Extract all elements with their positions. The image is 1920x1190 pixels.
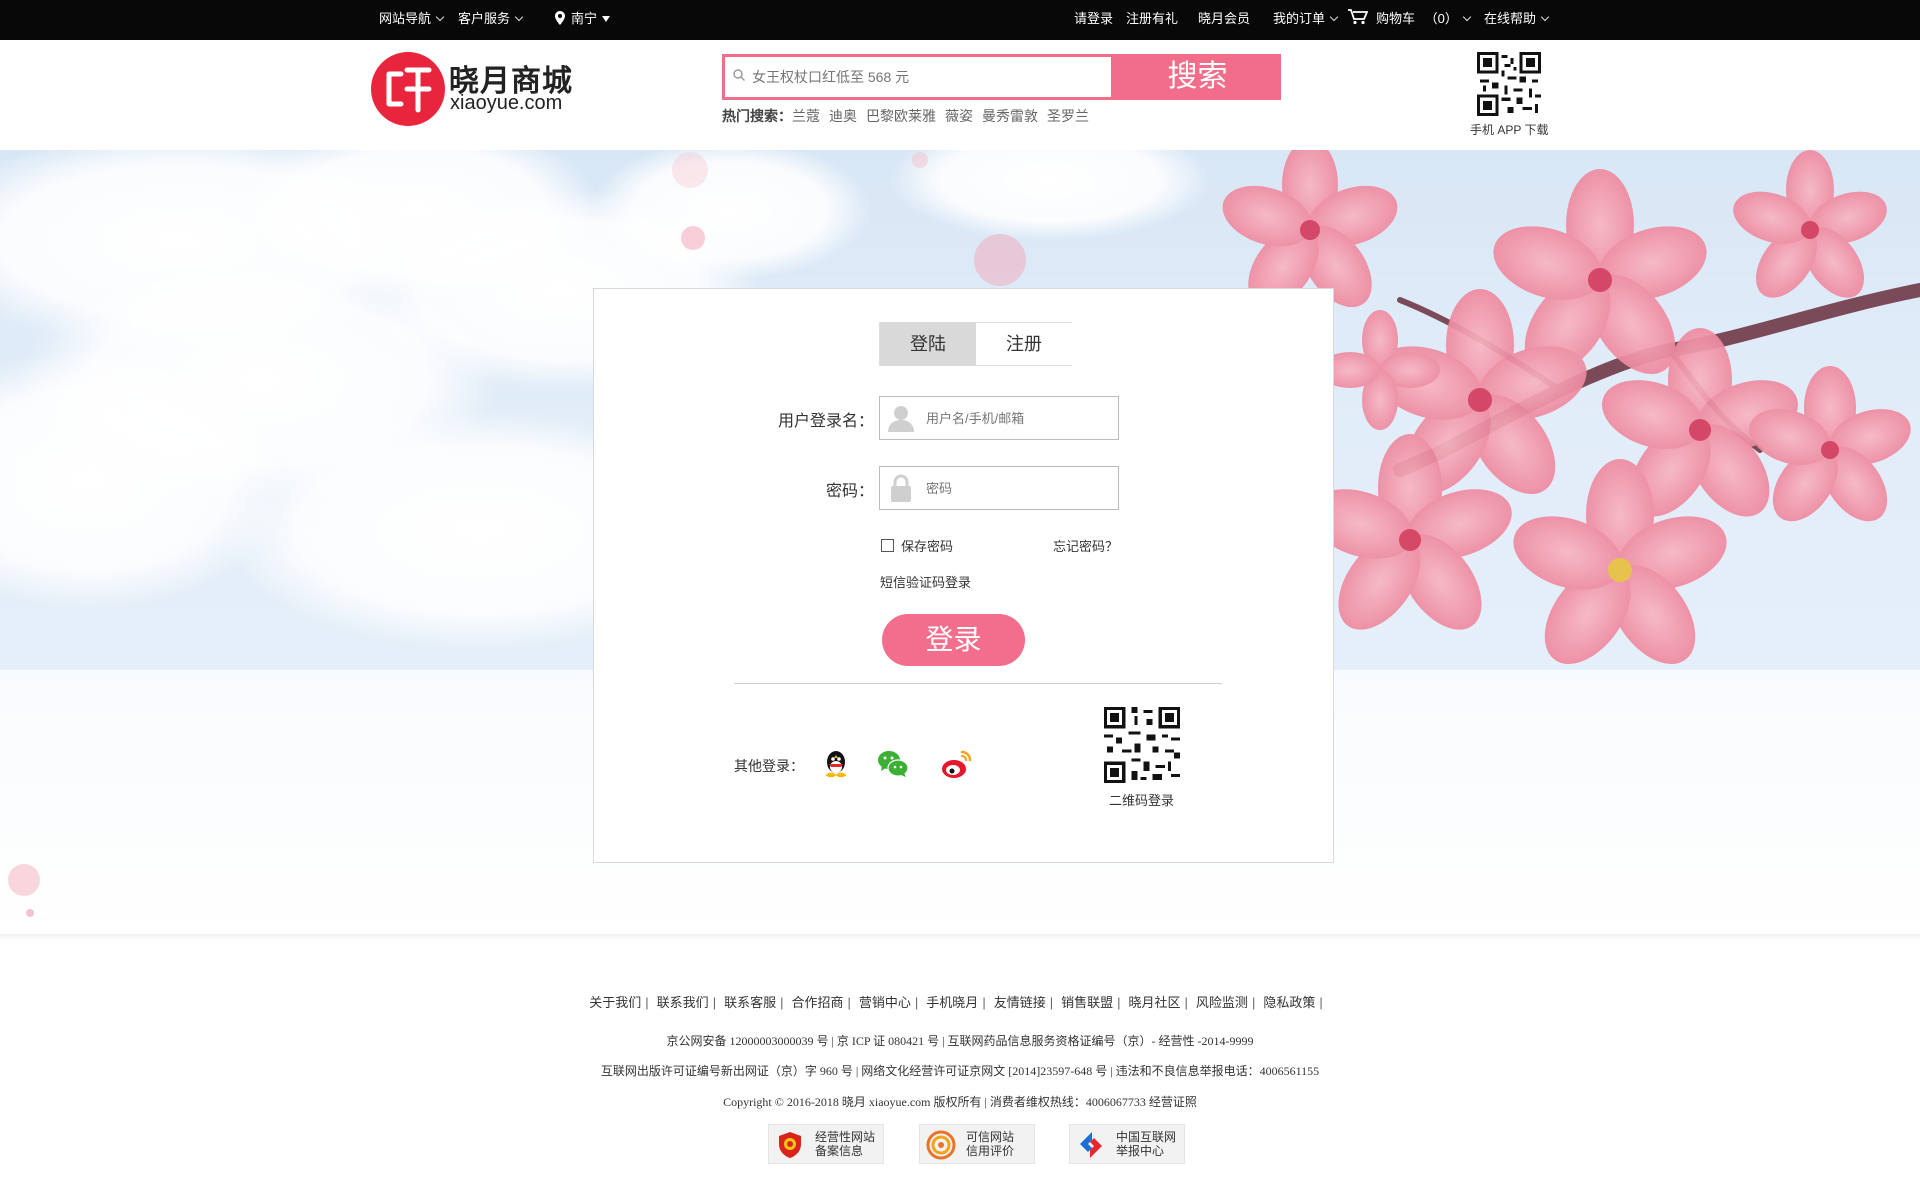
footer-link[interactable]: 合作招商: [791, 995, 843, 1010]
username-label: 用户登录名：: [777, 413, 874, 430]
logo-domain: xiaoyue.com: [450, 92, 563, 114]
search-box: [722, 54, 1114, 100]
orders-label: 我的订单: [1273, 11, 1326, 26]
register-link[interactable]: 注册有礼: [1126, 0, 1178, 40]
footer-copyright-line: Copyright © 2016-2018 晓月 xiaoyue.com 版权所…: [723, 1095, 1197, 1109]
badge-line: 举报中心: [1116, 1144, 1165, 1158]
footer-link[interactable]: 友情链接: [994, 995, 1046, 1010]
password-input[interactable]: [926, 475, 1111, 501]
footer-link[interactable]: 风险监测: [1196, 995, 1248, 1010]
cart-icon: [1348, 9, 1369, 25]
cart-count: （0）: [1424, 11, 1458, 26]
member-link[interactable]: 晓月会员: [1198, 0, 1250, 40]
city-label: 南宁: [571, 11, 598, 26]
badge-line: 备案信息: [815, 1144, 864, 1158]
search-icon: [733, 69, 745, 81]
badge-text: 经营性网站 备案信息: [815, 1130, 875, 1158]
user-icon: [888, 406, 914, 432]
password-label: 密码：: [825, 483, 874, 500]
top-bar: 网站导航 客户服务 南宁 请登录 注册有礼 晓月会员 我的订单 购物车 （0） …: [0, 0, 1920, 40]
footer-links: 关于我们 | 联系我们 | 联系客服 | 合作招商 | 营销中心 | 手机晓月 | 友情链接 | 销售联盟 |…: [589, 995, 1323, 1010]
cart-label: 购物车: [1376, 11, 1416, 26]
hot-keyword[interactable]: 圣罗兰: [1047, 108, 1089, 124]
qq-icon[interactable]: [819, 747, 853, 781]
hero-banner: 登陆 注册 用户登录名： 密码： 保存密码 忘记密码？ 短信验证码登录 登录 其…: [0, 150, 1920, 940]
footer-license-line-2: 互联网出版许可证编号新出网证（京）字 960 号 | 网络文化经营许可证京网文 …: [600, 1064, 1320, 1078]
wechat-icon[interactable]: [876, 747, 910, 781]
shield-icon: [779, 1132, 801, 1158]
footer-link[interactable]: 销售联盟: [1061, 995, 1113, 1010]
location-pin-icon: [555, 11, 565, 25]
forgot-password-link[interactable]: 忘记密码？: [1053, 536, 1118, 555]
logo-glyph-icon: [386, 67, 432, 113]
help-menu[interactable]: 在线帮助: [1484, 0, 1550, 40]
chevron-down-icon: [435, 12, 445, 22]
footer-link[interactable]: 关于我们: [589, 995, 641, 1010]
search-input[interactable]: [752, 62, 1102, 92]
remember-checkbox[interactable]: [881, 539, 894, 552]
hot-keyword[interactable]: 曼秀雷敦: [982, 108, 1038, 124]
chevron-down-icon: [1540, 12, 1550, 22]
hot-keyword[interactable]: 迪奥: [829, 108, 857, 124]
login-qr-code-icon[interactable]: [1104, 707, 1180, 783]
footer-divider: [0, 934, 1920, 942]
report-center-icon: [1080, 1132, 1102, 1158]
footer-license-line-1: 京公网安备 12000003000039 号 | 京 ICP 证 080421 …: [666, 1034, 1254, 1048]
chevron-down-icon: [1329, 12, 1339, 22]
tab-register[interactable]: 注册: [976, 323, 1072, 365]
chevron-down-icon: [514, 12, 524, 22]
city-selector[interactable]: 南宁: [555, 0, 611, 40]
hot-search: 热门搜索：兰蔻 迪奥 巴黎欧莱雅 薇姿 曼秀雷敦 圣罗兰: [722, 106, 1098, 126]
badge-line: 中国互联网: [1116, 1130, 1177, 1144]
orders-menu[interactable]: 我的订单: [1273, 0, 1339, 40]
customer-service-menu[interactable]: 客户服务: [458, 0, 524, 40]
footer-link[interactable]: 联系客服: [724, 995, 776, 1010]
password-field-box: [879, 466, 1119, 510]
footer-link[interactable]: 手机晓月: [926, 995, 978, 1010]
hot-keyword[interactable]: 兰蔻: [792, 108, 820, 124]
hot-keyword[interactable]: 巴黎欧莱雅: [866, 108, 936, 124]
login-tabs: 登陆 注册: [879, 322, 1072, 366]
badge-line: 可信网站: [966, 1130, 1015, 1144]
weibo-icon[interactable]: [940, 747, 974, 781]
search-button[interactable]: 搜索: [1114, 54, 1281, 100]
badge-text: 中国互联网 举报中心: [1116, 1130, 1176, 1158]
badge-trusted-site[interactable]: 可信网站 信用评价: [919, 1124, 1035, 1164]
lock-icon: [891, 474, 911, 502]
site-nav-label: 网站导航: [379, 11, 432, 26]
login-link[interactable]: 请登录: [1074, 0, 1113, 40]
badge-text: 可信网站 信用评价: [966, 1130, 1014, 1158]
other-login-label: 其他登录：: [734, 758, 804, 774]
sms-login-link[interactable]: 短信验证码登录: [880, 572, 971, 591]
app-qr-code-icon: [1477, 52, 1541, 116]
tab-login[interactable]: 登陆: [880, 323, 976, 365]
footer-link[interactable]: 营销中心: [859, 995, 911, 1010]
hot-keyword[interactable]: 薇姿: [945, 108, 973, 124]
username-input[interactable]: [926, 405, 1111, 431]
footer-link[interactable]: 隐私政策: [1263, 995, 1315, 1010]
logo-mark[interactable]: [371, 52, 445, 126]
divider: [734, 683, 1222, 684]
cart-menu[interactable]: 购物车 （0）: [1348, 0, 1472, 40]
login-panel: 登陆 注册 用户登录名： 密码： 保存密码 忘记密码？ 短信验证码登录 登录 其…: [593, 288, 1334, 863]
trust-swirl-icon: [926, 1130, 956, 1160]
triangle-down-icon: [602, 16, 611, 22]
header: 晓月商城 xiaoyue.com 搜索 热门搜索：兰蔻迪奥巴黎欧莱雅薇姿曼秀雷敦…: [0, 40, 1920, 150]
footer-link[interactable]: 晓月社区: [1129, 995, 1181, 1010]
chevron-down-icon: [1462, 12, 1472, 22]
hot-search-label: 热门搜索：: [722, 108, 792, 124]
app-download-label: 手机 APP 下载: [1470, 123, 1549, 137]
remember-label[interactable]: 保存密码: [901, 536, 953, 555]
badge-line: 经营性网站: [815, 1130, 876, 1144]
qr-login-label: 二维码登录: [1109, 793, 1175, 808]
footer-link[interactable]: 联系我们: [657, 995, 709, 1010]
site-nav-menu[interactable]: 网站导航: [379, 0, 445, 40]
login-submit-button[interactable]: 登录: [882, 614, 1025, 666]
badge-line: 信用评价: [966, 1144, 1015, 1158]
customer-service-label: 客户服务: [458, 11, 511, 26]
help-label: 在线帮助: [1484, 11, 1537, 26]
username-field-box: [879, 396, 1119, 440]
badge-business-site[interactable]: 经营性网站 备案信息: [768, 1124, 884, 1164]
badge-report-center[interactable]: 中国互联网 举报中心: [1069, 1124, 1185, 1164]
